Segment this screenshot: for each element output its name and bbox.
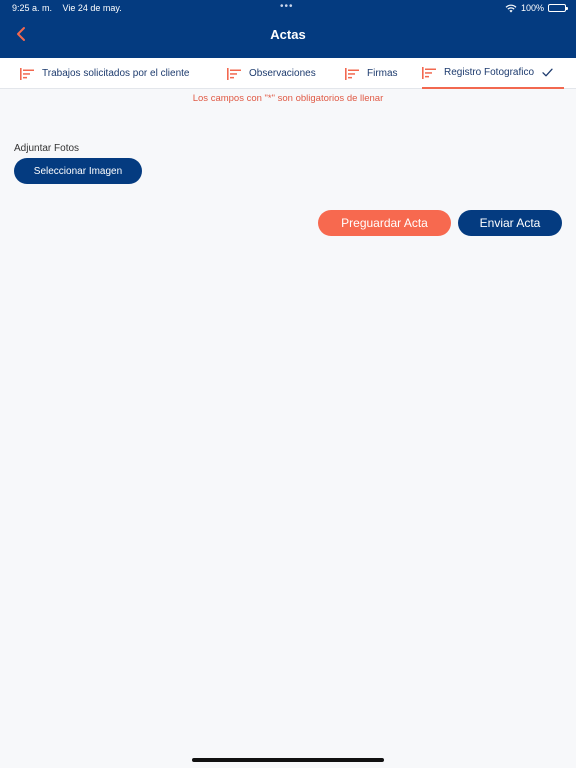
tab-trabajos-solicitados[interactable]: Trabajos solicitados por el cliente [20,58,189,89]
status-date: Vie 24 de may. [62,3,122,13]
status-indicators: 100% [505,3,568,13]
attach-photos-label: Adjuntar Fotos [14,143,80,154]
align-left-icon [422,66,436,79]
page-title: Actas [270,27,306,42]
home-indicator[interactable] [192,758,384,762]
align-left-icon [345,67,359,80]
battery-icon [548,4,568,12]
align-left-icon [20,67,34,80]
tab-label: Trabajos solicitados por el cliente [42,68,190,79]
tab-registro-fotografico[interactable]: Registro Fotografico [422,58,564,89]
top-bar: 9:25 a. m. Vie 24 de may. ••• 100% Actas [0,0,576,58]
tab-label: Registro Fotografico [444,67,535,78]
align-left-icon [227,67,241,80]
wifi-icon [505,4,517,12]
required-fields-note: Los campos con "*" son obligatorios de l… [192,93,384,104]
select-image-button[interactable]: Seleccionar Imagen [14,158,142,184]
tab-observaciones[interactable]: Observaciones [227,58,316,89]
check-icon [542,68,553,77]
tab-bar: Trabajos solicitados por el cliente Obse… [0,58,576,89]
multitasking-dots[interactable]: ••• [280,1,294,12]
send-act-button[interactable]: Enviar Acta [458,210,562,236]
status-time: 9:25 a. m. [12,3,53,13]
presave-act-button[interactable]: Preguardar Acta [318,210,451,236]
tab-label: Observaciones [249,68,316,79]
tab-label: Firmas [367,68,398,79]
tab-firmas[interactable]: Firmas [345,58,398,89]
battery-percent: 100% [520,3,544,13]
status-time-date: 9:25 a. m. Vie 24 de may. [12,3,122,13]
